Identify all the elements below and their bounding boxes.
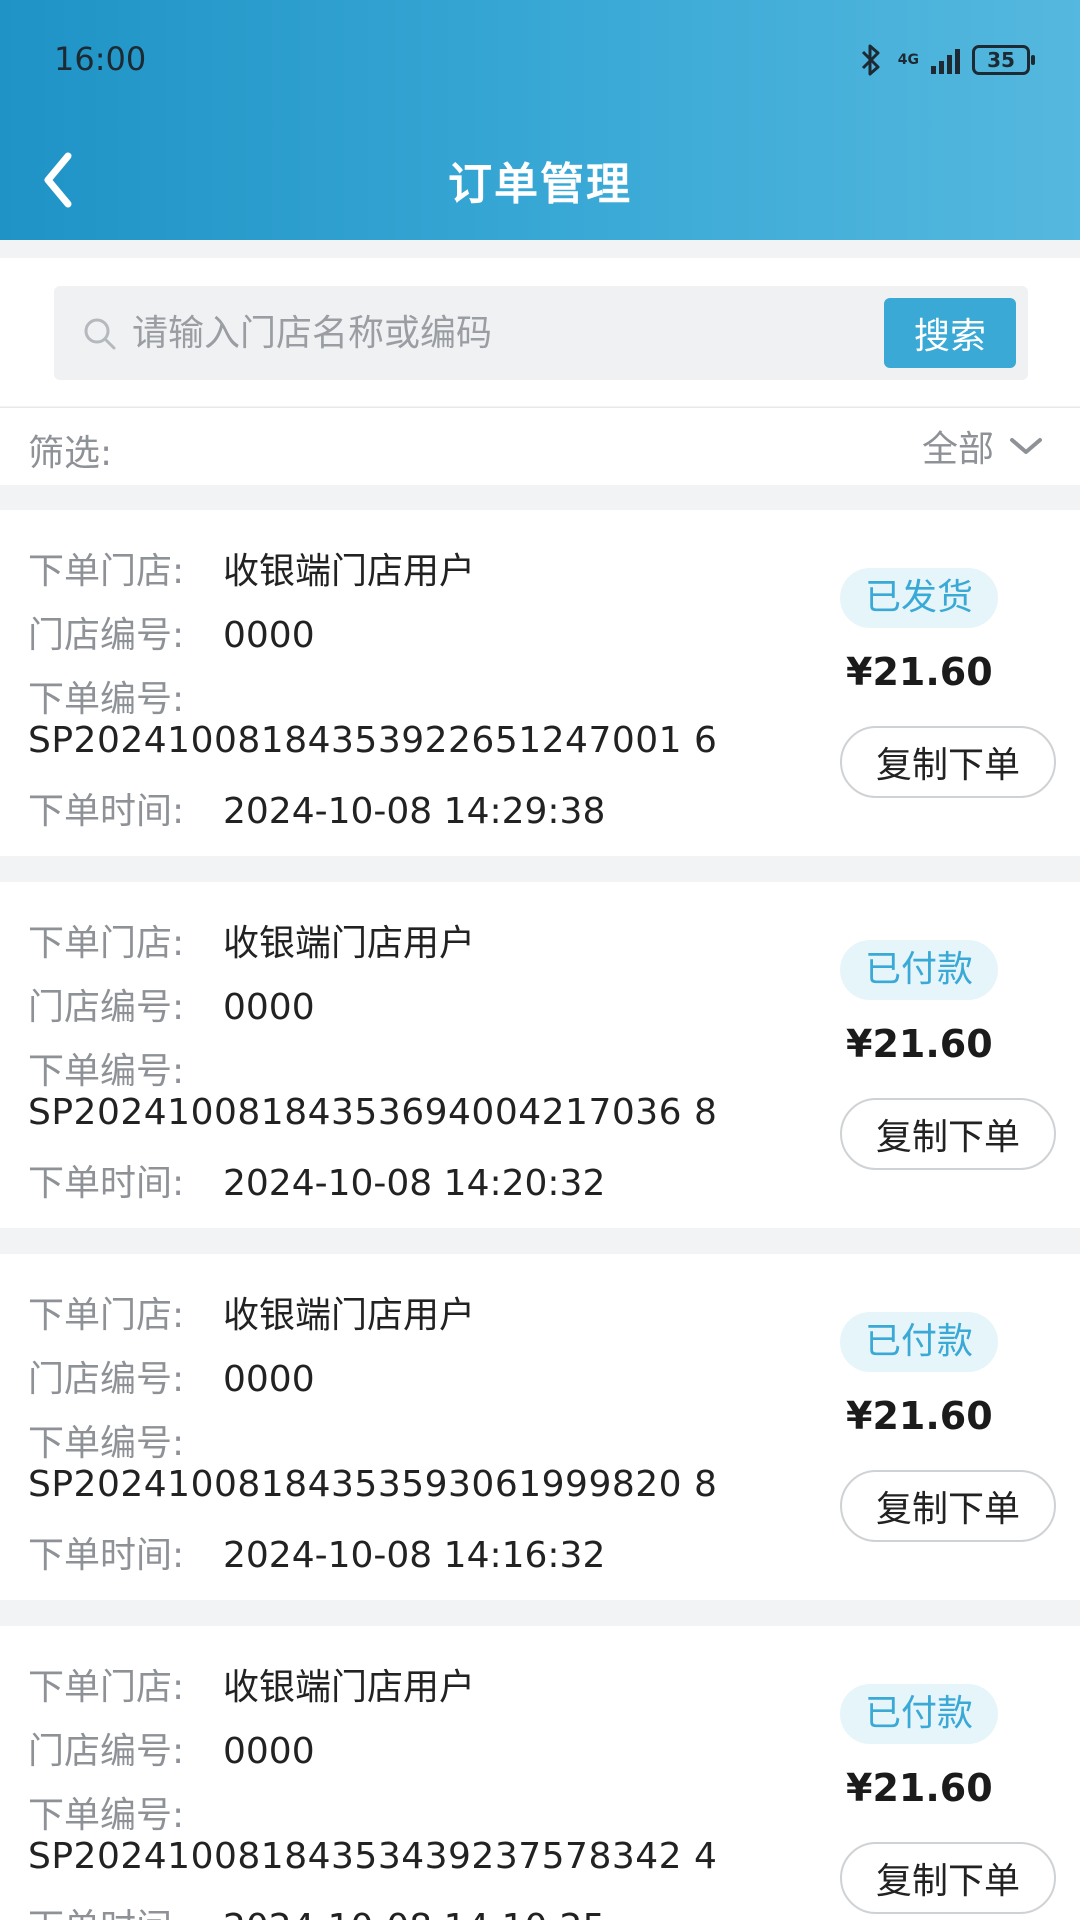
search-button[interactable]: 搜索 — [884, 298, 1016, 368]
bluetooth-icon — [861, 44, 880, 76]
order-no: SP20241008184353694004217036 8 — [28, 1092, 718, 1133]
order-management-screen: 16:00 4G 35 订单管理 搜索 筛选 — [0, 0, 1080, 1920]
store-code: 0000 — [223, 1359, 315, 1400]
order-time-row: 下单时间: 2024-10-08 14:29:38 — [28, 782, 605, 834]
network-type: 4G — [897, 52, 919, 68]
copy-order-button[interactable]: 复制下单 — [840, 1470, 1056, 1542]
copy-order-button[interactable]: 复制下单 — [840, 1098, 1056, 1170]
order-store-row: 下单门店: 收银端门店用户 — [28, 1658, 475, 1710]
filter-value: 全部 — [921, 429, 994, 470]
store-label: 下单门店: — [28, 1295, 185, 1336]
status-badge: 已发货 — [840, 568, 998, 628]
order-card[interactable]: 下单门店: 收银端门店用户 门店编号: 0000 下单编号: SP202410081… — [0, 1626, 1080, 1920]
store-label: 下单门店: — [28, 551, 185, 592]
order-time-row: 下单时间: 2024-10-08 14:16:32 — [28, 1526, 605, 1578]
store-code-label: 门店编号: — [28, 615, 185, 656]
status-icons: 4G 35 — [856, 38, 1035, 82]
store-name: 收银端门店用户 — [223, 551, 476, 592]
chevron-down-icon — [1010, 438, 1042, 454]
store-code-label: 门店编号: — [28, 987, 185, 1028]
status-badge: 已付款 — [840, 1312, 998, 1372]
battery-icon: 35 — [972, 45, 1035, 75]
filter-dropdown[interactable]: 全部 — [922, 420, 1044, 472]
search-box: 搜索 — [54, 286, 1028, 380]
status-time: 16:00 — [54, 40, 147, 78]
store-code: 0000 — [223, 615, 315, 656]
order-time-label: 下单时间: — [28, 1163, 185, 1204]
store-name: 收银端门店用户 — [223, 1295, 476, 1336]
order-store-code-row: 门店编号: 0000 — [28, 606, 315, 658]
order-time-label: 下单时间: — [28, 1898, 223, 1920]
order-time: 2024-10-08 14:10:25 — [223, 1907, 605, 1920]
copy-order-button[interactable]: 复制下单 — [840, 1842, 1056, 1914]
order-no: SP20241008184353439237578342 4 — [28, 1836, 718, 1877]
order-card[interactable]: 下单门店: 收银端门店用户 门店编号: 0000 下单编号: SP202410081… — [0, 1254, 1080, 1600]
order-no-label: 下单编号: — [28, 1423, 185, 1464]
store-label: 下单门店: — [28, 1667, 185, 1708]
order-time-row: 下单时间:2024-10-08 14:10:25 — [28, 1898, 605, 1920]
filter-bar: 筛选: 全部 — [0, 407, 1080, 485]
order-time: 2024-10-08 14:20:32 — [223, 1163, 606, 1204]
store-code: 0000 — [223, 1731, 315, 1772]
order-store-row: 下单门店: 收银端门店用户 — [28, 914, 475, 966]
order-no-label: 下单编号: — [28, 679, 185, 720]
store-code: 0000 — [223, 987, 315, 1028]
order-card[interactable]: 下单门店: 收银端门店用户 门店编号: 0000 下单编号: SP202410081… — [0, 510, 1080, 856]
store-code-label: 门店编号: — [28, 1731, 185, 1772]
order-price: ¥21.60 — [846, 1394, 993, 1438]
app-header: 16:00 4G 35 订单管理 — [0, 0, 1080, 240]
order-list: 下单门店: 收银端门店用户 门店编号: 0000 下单编号: SP202410081… — [0, 510, 1080, 1920]
order-time-label: 下单时间: — [28, 791, 185, 832]
search-input[interactable] — [132, 286, 822, 380]
page-title: 订单管理 — [448, 159, 632, 210]
search-section: 搜索 — [0, 258, 1080, 406]
filter-label: 筛选: — [28, 433, 113, 474]
order-store-row: 下单门店: 收银端门店用户 — [28, 542, 475, 594]
order-price: ¥21.60 — [846, 1022, 993, 1066]
status-badge: 已付款 — [840, 1684, 998, 1744]
store-name: 收银端门店用户 — [223, 1667, 476, 1708]
copy-order-button[interactable]: 复制下单 — [840, 726, 1056, 798]
signal-icon — [931, 46, 960, 74]
order-no: SP20241008184353922651247001 6 — [28, 720, 718, 761]
order-price: ¥21.60 — [846, 1766, 993, 1810]
order-no-label: 下单编号: — [28, 1795, 185, 1836]
store-name: 收银端门店用户 — [223, 923, 476, 964]
store-code-label: 门店编号: — [28, 1359, 185, 1400]
order-price: ¥21.60 — [846, 650, 993, 694]
order-store-code-row: 门店编号: 0000 — [28, 978, 315, 1030]
order-store-row: 下单门店: 收银端门店用户 — [28, 1286, 475, 1338]
search-icon — [84, 318, 116, 350]
order-no: SP20241008184353593061999820 8 — [28, 1464, 718, 1505]
order-store-code-row: 门店编号: 0000 — [28, 1350, 315, 1402]
status-badge: 已付款 — [840, 940, 998, 1000]
order-no-label: 下单编号: — [28, 1051, 185, 1092]
order-card[interactable]: 下单门店: 收银端门店用户 门店编号: 0000 下单编号: SP202410081… — [0, 882, 1080, 1228]
store-label: 下单门店: — [28, 923, 185, 964]
order-time-row: 下单时间: 2024-10-08 14:20:32 — [28, 1154, 605, 1206]
order-time: 2024-10-08 14:16:32 — [223, 1535, 606, 1576]
order-store-code-row: 门店编号: 0000 — [28, 1722, 315, 1774]
order-time-label: 下单时间: — [28, 1535, 185, 1576]
order-time: 2024-10-08 14:29:38 — [223, 791, 606, 832]
